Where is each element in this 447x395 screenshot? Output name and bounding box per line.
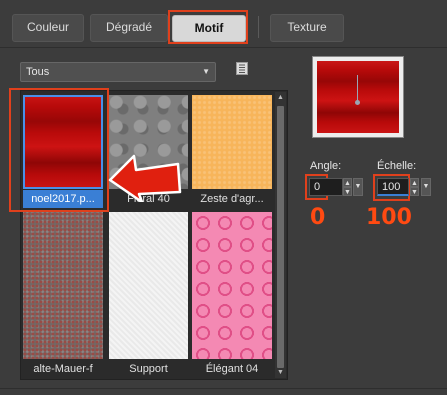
tab-motif[interactable]: Motif — [172, 15, 246, 42]
book-icon[interactable] — [236, 62, 248, 75]
scale-dropdown-button[interactable]: ▼ — [421, 178, 431, 196]
angle-annotation: 0 — [310, 205, 326, 230]
header-divider — [0, 47, 447, 48]
pattern-tile-zeste[interactable]: Zeste d'agr... — [192, 95, 272, 208]
scale-increment-button[interactable]: ▲ — [410, 178, 419, 187]
tab-degrade[interactable]: Dégradé — [90, 14, 168, 42]
angle-input[interactable]: 0 — [309, 178, 343, 196]
scale-decrement-button[interactable]: ▼ — [410, 187, 419, 196]
red-arrow-icon — [104, 150, 184, 204]
footer-divider — [0, 388, 447, 389]
scale-label: Échelle: — [377, 160, 417, 172]
pattern-tile-elegant-04[interactable]: Élégant 04 — [192, 212, 272, 378]
angle-indicator-knob[interactable] — [355, 100, 360, 105]
pattern-swatch — [23, 212, 103, 359]
scale-input[interactable]: 100 — [377, 178, 409, 196]
pattern-preview[interactable] — [312, 56, 404, 138]
pattern-name: Support — [109, 360, 188, 378]
preview-swatch — [317, 61, 399, 133]
tab-separator — [258, 16, 259, 38]
tab-texture[interactable]: Texture — [270, 14, 344, 42]
angle-decrement-button[interactable]: ▼ — [343, 187, 352, 196]
angle-indicator-line — [357, 75, 358, 101]
pattern-swatch — [192, 212, 272, 359]
pattern-swatch — [192, 95, 272, 189]
angle-label: Angle: — [310, 160, 342, 172]
chevron-down-icon: ▼ — [202, 67, 210, 76]
scroll-down-icon[interactable]: ▼ — [276, 368, 285, 377]
pattern-tile-support[interactable]: Support — [109, 212, 188, 378]
pattern-tile-alte-mauer[interactable]: alte-Mauer-f — [23, 212, 103, 378]
category-dropdown[interactable]: Tous ▼ — [20, 62, 216, 82]
scrollbar-thumb[interactable] — [277, 106, 284, 368]
angle-dropdown-button[interactable]: ▼ — [353, 178, 363, 196]
tab-couleur[interactable]: Couleur — [12, 14, 84, 42]
pattern-name: alte-Mauer-f — [23, 360, 103, 378]
selected-pattern-highlight — [9, 88, 109, 212]
pattern-scrollbar[interactable]: ▲ ▼ — [275, 92, 286, 378]
angle-increment-button[interactable]: ▲ — [343, 178, 352, 187]
pattern-swatch — [109, 212, 188, 359]
pattern-name: Élégant 04 — [192, 360, 272, 378]
pattern-name: Zeste d'agr... — [192, 190, 272, 208]
scale-annotation: 100 — [366, 205, 412, 230]
category-dropdown-value: Tous — [26, 66, 50, 78]
scroll-up-icon[interactable]: ▲ — [276, 93, 285, 102]
